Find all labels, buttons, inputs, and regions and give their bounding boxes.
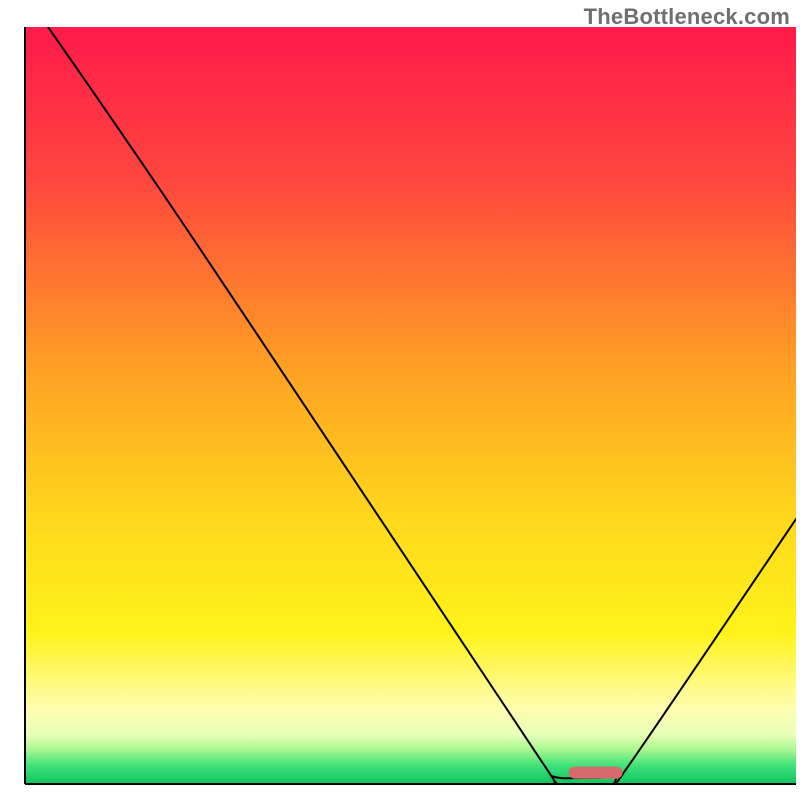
- bottleneck-chart: [0, 0, 800, 800]
- watermark-text: TheBottleneck.com: [584, 4, 790, 30]
- chart-frame: TheBottleneck.com: [0, 0, 800, 800]
- gradient-background: [25, 27, 796, 784]
- optimal-marker: [569, 767, 623, 779]
